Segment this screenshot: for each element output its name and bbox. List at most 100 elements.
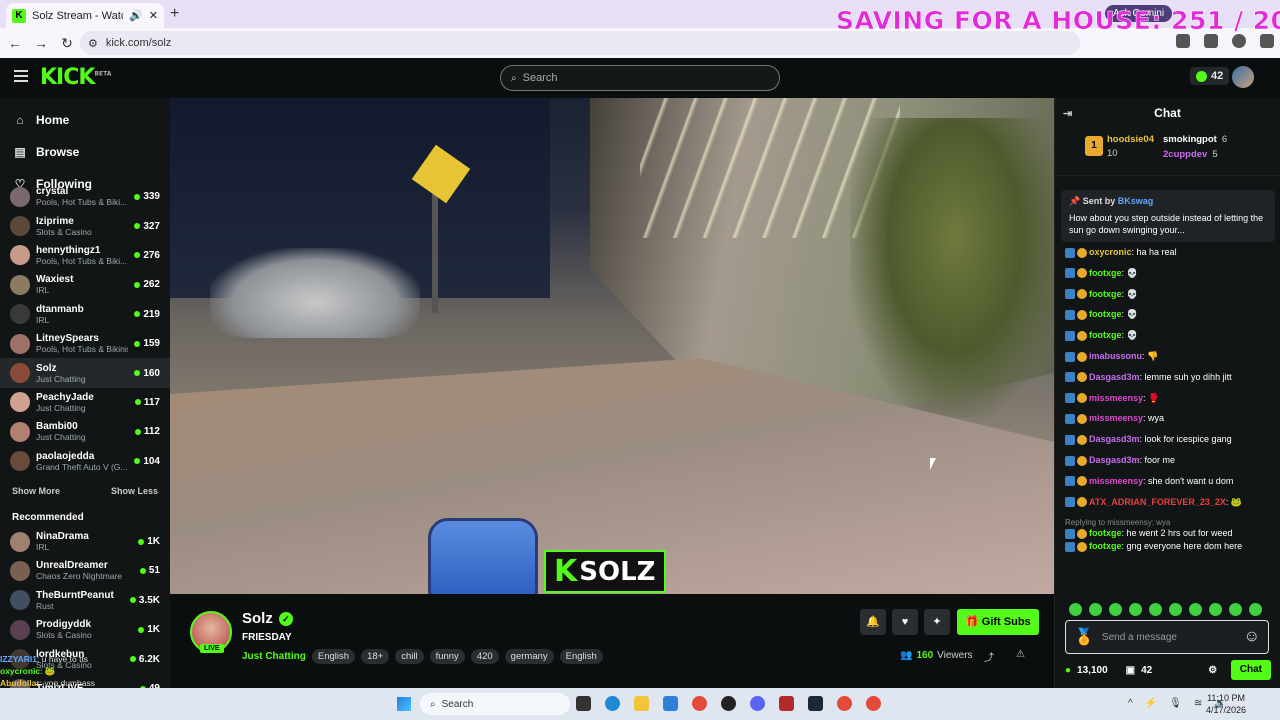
chat-username[interactable]: missmeensy [1089, 476, 1143, 486]
leaderboard-third-name[interactable]: 2cuppdev [1163, 149, 1207, 164]
report-icon[interactable]: ⚠ [1016, 649, 1025, 660]
leaderboard-top-name[interactable]: hoodsie04 [1107, 134, 1154, 145]
sidebar-channel-item[interactable]: Solz Just Chatting 160 [0, 358, 170, 388]
extension-icon[interactable] [1204, 34, 1218, 48]
sidebar-channel-item[interactable]: TheBurntPeanut Rust 3.5K [0, 586, 170, 615]
show-more-button[interactable]: Show More [12, 486, 60, 500]
chat-username[interactable]: imabussonu [1089, 351, 1142, 361]
badge-icon[interactable]: 🏅 [1074, 627, 1094, 647]
sidebar-channel-item[interactable]: NinaDrama IRL 1K [0, 527, 170, 556]
stream-tag[interactable]: funny [429, 649, 465, 664]
chat-username[interactable]: footxge [1089, 541, 1122, 551]
emote-icon[interactable] [1249, 603, 1262, 616]
chat-input-box[interactable]: 🏅 ☺ [1065, 620, 1269, 654]
wifi-icon[interactable]: ≋ [1194, 698, 1202, 709]
sidebar-channel-item[interactable]: PeachyJade Just Chatting 117 [0, 388, 170, 417]
leaderboard-second-name[interactable]: smokingpot [1163, 134, 1217, 149]
user-avatar[interactable] [1232, 66, 1254, 88]
stream-tag[interactable]: 18+ [361, 649, 390, 664]
folder-icon[interactable] [634, 696, 649, 711]
taskbar-search[interactable]: ⌕ Search [420, 693, 570, 715]
emote-icon[interactable] [1069, 603, 1082, 616]
stream-tag[interactable]: English [559, 649, 603, 664]
stream-tag[interactable]: 420 [470, 649, 499, 664]
search-box[interactable]: ⌕ [500, 65, 780, 91]
store-icon[interactable] [663, 696, 678, 711]
tab-close-icon[interactable]: ✕ [149, 9, 158, 22]
notification-bell-button[interactable]: 🔔 [860, 609, 886, 635]
pinned-message[interactable]: 📌 Sent by BKswag How about you step outs… [1061, 190, 1275, 242]
new-tab-button[interactable]: + [170, 5, 179, 23]
tab-audio-icon[interactable]: 🔊 [129, 9, 143, 22]
mic-icon[interactable]: 🎙 [1169, 698, 1182, 709]
chat-input[interactable] [1101, 631, 1236, 643]
chat-username[interactable]: Dasgasd3m [1089, 434, 1140, 444]
chrome-icon[interactable] [692, 696, 707, 711]
stream-tag[interactable]: English [311, 649, 356, 664]
reply-context[interactable]: Replying to missmeensy: wya [1065, 517, 1275, 528]
hamburger-menu-icon[interactable] [14, 70, 28, 82]
chat-send-button[interactable]: Chat [1230, 660, 1271, 680]
share-icon[interactable]: ⤴ [984, 649, 994, 664]
chat-username[interactable]: footxge [1089, 330, 1122, 340]
back-icon[interactable]: ← [4, 35, 26, 51]
chat-username[interactable]: Dasgasd3m [1089, 372, 1140, 382]
chat-username[interactable]: Dasgasd3m [1089, 455, 1140, 465]
emote-icon[interactable] [1149, 603, 1162, 616]
sidebar-channel-item[interactable]: Iziprime Slots & Casino 327 [0, 211, 170, 240]
chat-username[interactable]: footxge [1089, 268, 1122, 278]
stream-tag[interactable]: chill [395, 649, 424, 664]
stream-category[interactable]: Just Chatting [242, 651, 306, 662]
chat-settings-icon[interactable]: ⚙ [1208, 665, 1217, 676]
emote-icon[interactable] [1229, 603, 1242, 616]
emote-icon[interactable] [1189, 603, 1202, 616]
chat-username[interactable]: missmeensy [1089, 413, 1143, 423]
show-less-button[interactable]: Show Less [111, 486, 158, 500]
app-icon[interactable] [721, 696, 736, 711]
sidebar-nav-item[interactable]: ⌂ Home [14, 104, 170, 136]
file-explorer-icon[interactable] [576, 696, 591, 711]
gift-subs-button[interactable]: 🎁 Gift Subs [957, 609, 1039, 635]
stream-tag[interactable]: germany [504, 649, 554, 664]
sidebar-channel-item[interactable]: Waxiest IRL 262 [0, 270, 170, 299]
sidebar-channel-item[interactable]: Bambi00 Just Chatting 112 [0, 417, 170, 446]
emoji-picker-icon[interactable]: ☺ [1244, 628, 1260, 646]
site-info-icon[interactable]: ⚙ [88, 37, 98, 50]
sidebar-channel-item[interactable]: Prodigyddk Slots & Casino 1K [0, 615, 170, 644]
emote-icon[interactable] [1209, 603, 1222, 616]
sidebar-channel-item[interactable]: paolaojedda Grand Theft Auto V (G... 104 [0, 447, 170, 476]
follow-heart-button[interactable]: ♥ [892, 609, 918, 635]
sidebar-channel-item[interactable]: crystal Pools, Hot Tubs & Biki... 339 [0, 182, 170, 211]
emote-icon[interactable] [1169, 603, 1182, 616]
chat-username[interactable]: ATX_ADRIAN_FOREVER_23_2X [1089, 497, 1226, 507]
edge-icon[interactable] [605, 696, 620, 711]
video-player[interactable]: K SOLZ [170, 98, 1054, 594]
chrome-icon[interactable] [866, 696, 881, 711]
chat-username[interactable]: oxycronic [1089, 247, 1132, 257]
acrobat-icon[interactable] [779, 696, 794, 711]
emote-icon[interactable] [1109, 603, 1122, 616]
discord-icon[interactable] [750, 696, 765, 711]
chat-username[interactable]: footxge [1089, 289, 1122, 299]
steam-icon[interactable] [808, 696, 823, 711]
sidebar-channel-item[interactable]: hennythingz1 Pools, Hot Tubs & Biki... 276 [0, 241, 170, 270]
kicks-balance[interactable]: 42 [1190, 67, 1230, 85]
profile-icon[interactable] [1232, 34, 1246, 48]
sidebar-nav-item[interactable]: ▤ Browse [14, 136, 170, 168]
streamer-name[interactable]: Solz [242, 610, 273, 627]
sidebar-channel-item[interactable]: dtanmanb IRL 219 [0, 300, 170, 329]
network-icon[interactable]: ⚡ [1145, 698, 1157, 709]
search-input[interactable] [522, 72, 763, 84]
chat-username[interactable]: footxge [1089, 309, 1122, 319]
kick-logo[interactable]: KICKBETA [40, 65, 111, 90]
sidebar-channel-item[interactable]: LitneySpears Pools, Hot Tubs & Bikinis 159 [0, 329, 170, 358]
chrome-icon[interactable] [837, 696, 852, 711]
forward-icon[interactable]: → [30, 35, 52, 51]
browser-tab[interactable]: K Solz Stream - Watch Live o 🔊 ✕ [6, 3, 164, 28]
menu-icon[interactable] [1260, 34, 1274, 48]
reload-icon[interactable]: ↻ [56, 35, 78, 52]
emote-icon[interactable] [1089, 603, 1102, 616]
taskbar-clock[interactable]: 11:10 PM 4/17/2026 [1206, 692, 1246, 716]
chat-username[interactable]: footxge [1089, 528, 1122, 538]
chat-username[interactable]: missmeensy [1089, 393, 1143, 403]
